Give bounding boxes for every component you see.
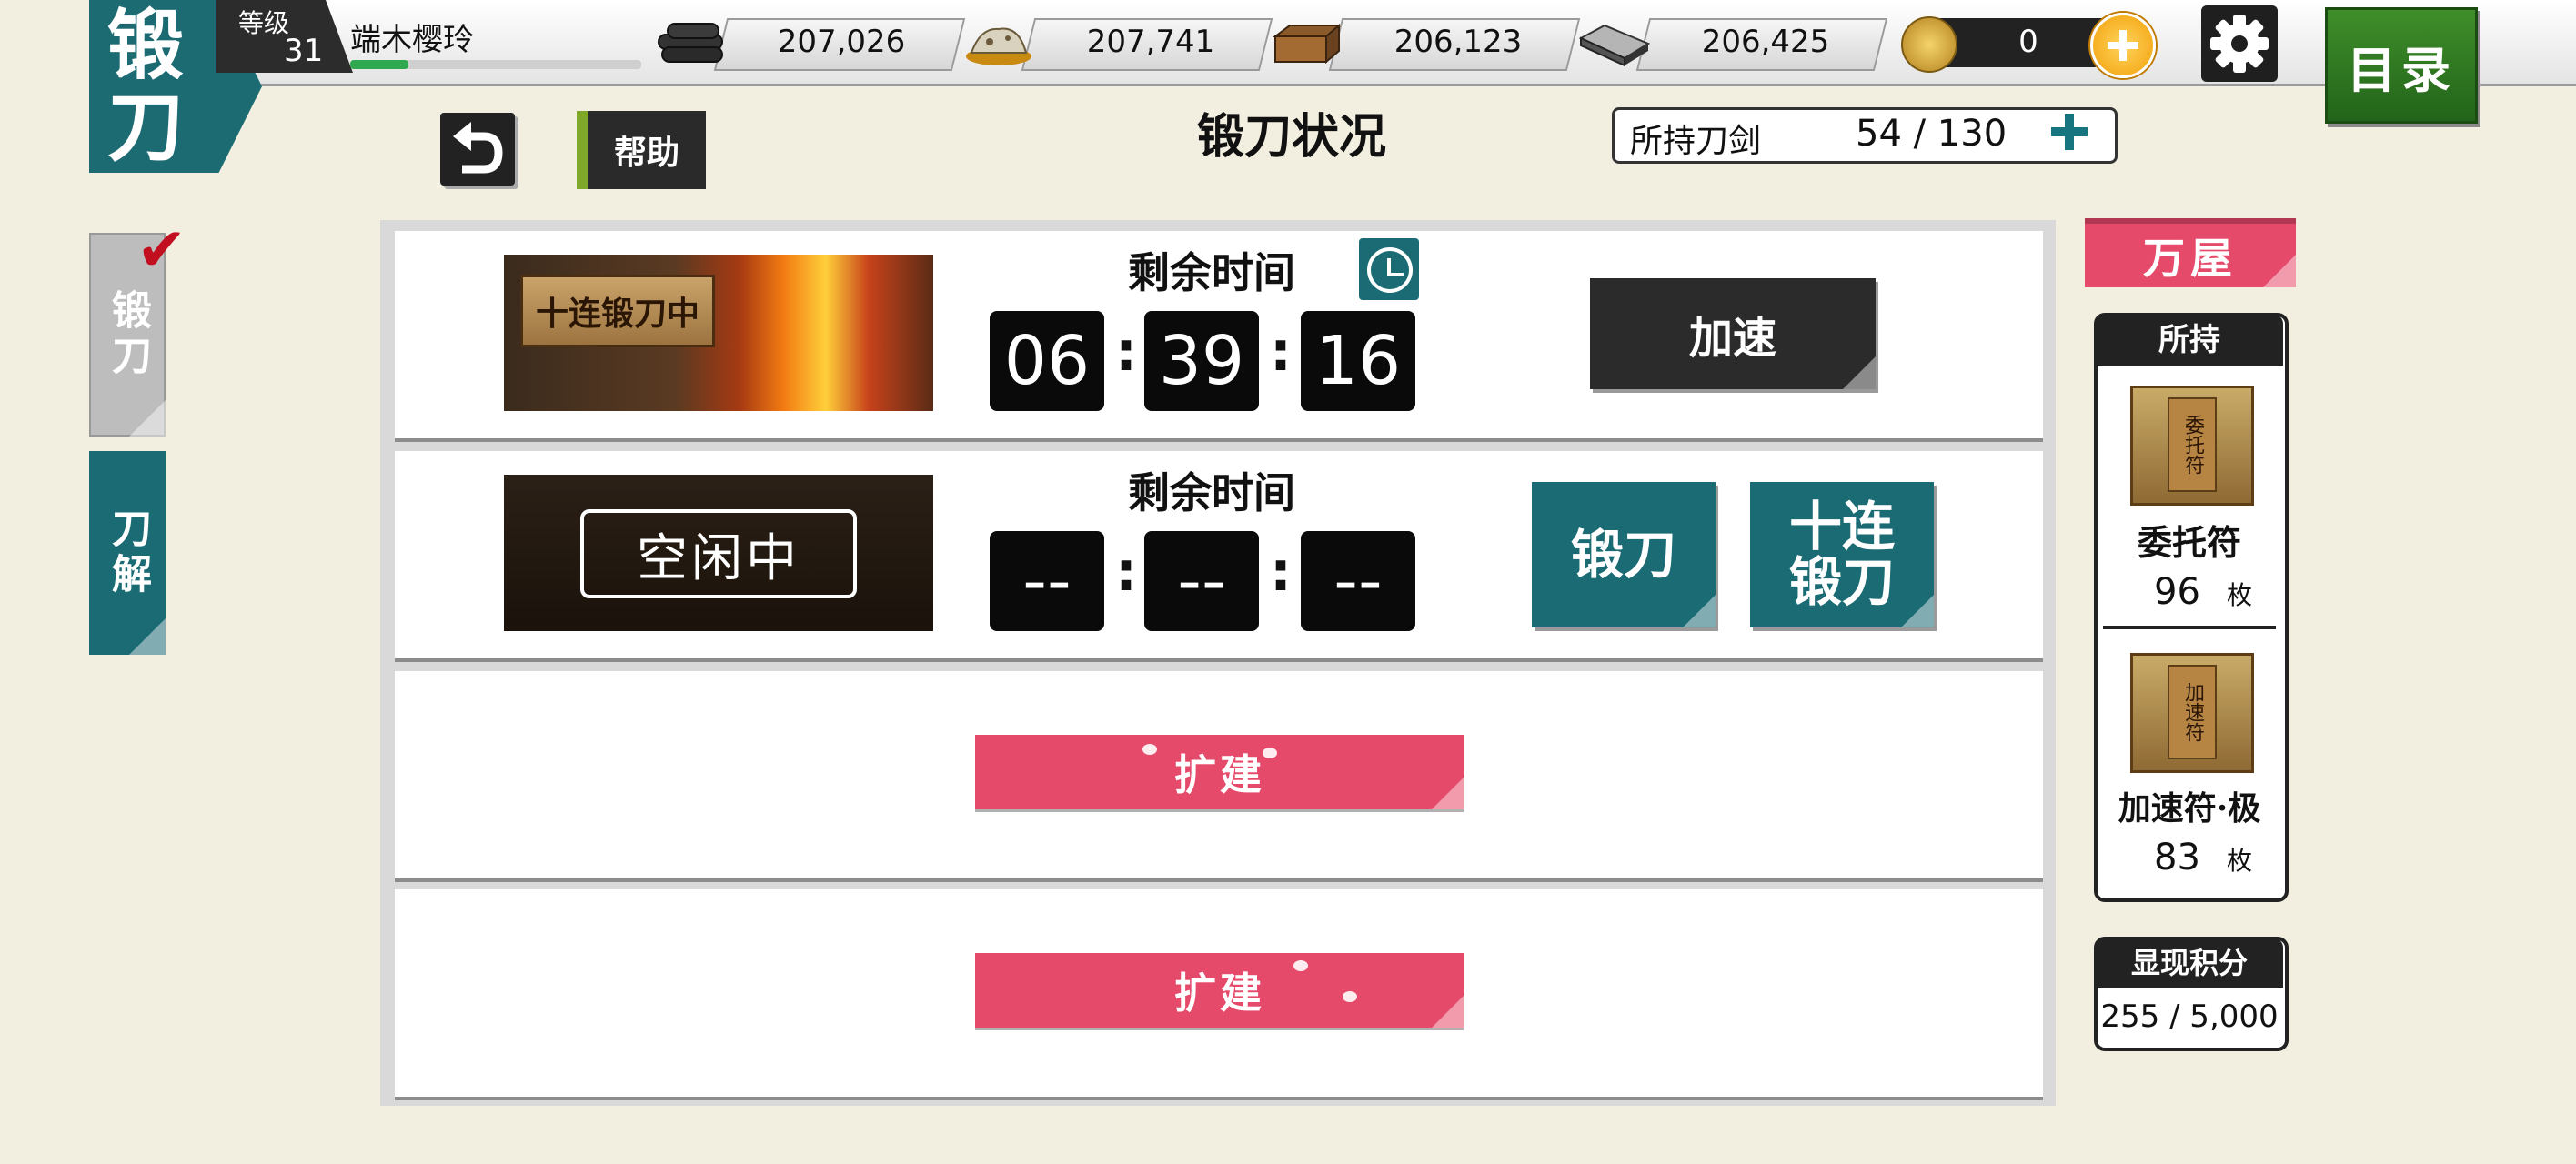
remaining-time-label: 剩余时间 — [1128, 468, 1295, 517]
time-hours: 06 — [990, 311, 1104, 411]
button-corner-decoration — [1901, 595, 1934, 627]
owned-items-header: 所持 — [2096, 315, 2283, 366]
jade-steel-icon — [966, 27, 1031, 65]
time-separator: : — [1115, 540, 1137, 604]
speed-up-button[interactable]: 加速 — [1590, 278, 1876, 389]
ten-forge-button[interactable]: 十连 锻刀 — [1750, 482, 1934, 627]
speed-charm-unit: 枚 — [2227, 846, 2253, 876]
owned-swords-label: 所持刀剑 — [1630, 123, 1762, 160]
shop-button[interactable]: 万屋 — [2085, 218, 2296, 287]
button-corner-decoration — [1683, 595, 1716, 627]
level-value: 31 — [284, 33, 324, 69]
corner-badge-bottom-char: 刀 — [107, 82, 185, 172]
resource-charcoal-value: 207,026 — [777, 24, 906, 60]
button-corner-decoration — [1432, 777, 1464, 809]
time-separator: : — [1270, 320, 1292, 384]
xp-bar — [350, 60, 641, 69]
button-corner-decoration — [1432, 995, 1464, 1028]
coin-icon — [1901, 16, 1957, 73]
request-charm-unit: 枚 — [2227, 580, 2253, 610]
resource-jade-steel-value: 207,741 — [1086, 24, 1215, 60]
speed-up-label: 加速 — [1688, 313, 1776, 364]
help-button[interactable]: 帮助 — [577, 111, 706, 189]
tab-corner-decoration — [129, 400, 166, 436]
checkmark-icon: ✔ — [136, 215, 187, 285]
speed-charm-count: 83 — [2154, 837, 2200, 878]
shop-label: 万屋 — [2143, 234, 2238, 283]
time-separator: : — [1115, 320, 1137, 384]
owned-swords-value: 54 / 130 — [1856, 113, 2007, 155]
speed-charm-tag: 加速符 — [2168, 665, 2217, 759]
tab-dismantle[interactable]: 刀解 — [89, 451, 166, 655]
settings-button[interactable] — [2201, 5, 2278, 82]
remaining-time-label: 剩余时间 — [1128, 248, 1295, 297]
forging-fire-image: 十连锻刀中 — [504, 255, 933, 411]
expand-button-label: 扩建 — [1174, 968, 1265, 1018]
resource-whetstone-value: 206,425 — [1701, 24, 1830, 60]
level-label: 等级 — [238, 8, 290, 38]
time-seconds: -- — [1301, 531, 1415, 631]
button-corner-decoration — [2263, 255, 2296, 287]
back-button[interactable] — [440, 113, 515, 186]
add-coins-button[interactable] — [2090, 13, 2156, 78]
idle-status-label: 空闲中 — [580, 509, 857, 598]
tab-dismantle-label: 刀解 — [105, 507, 151, 598]
time-hours: -- — [990, 531, 1104, 631]
button-corner-decoration — [1843, 356, 1876, 389]
speed-charm-name: 加速符·极 — [2118, 789, 2261, 828]
expand-button[interactable]: 扩建 — [975, 735, 1464, 809]
tab-forge-label: 锻刀 — [105, 289, 151, 380]
request-charm-name: 委托符 — [2137, 522, 2241, 563]
request-charm-tag: 委托符 — [2168, 397, 2217, 492]
time-minutes: 39 — [1144, 311, 1259, 411]
expand-sword-capacity-button[interactable] — [2048, 111, 2090, 153]
manifest-score-value: 255 / 5,000 — [2100, 998, 2279, 1035]
time-minutes: -- — [1144, 531, 1259, 631]
coin-value: 0 — [2018, 24, 2038, 60]
player-name: 端木樱玲 — [350, 22, 474, 58]
time-separator: : — [1270, 540, 1292, 604]
cooling-material-icon — [1273, 23, 1342, 65]
petal-decoration — [1293, 960, 1308, 971]
petal-decoration — [1263, 748, 1277, 758]
xp-bar-fill — [350, 60, 408, 69]
charcoal-icon — [658, 23, 723, 63]
speed-charm-icon: 加速符 — [2130, 653, 2254, 773]
expand-button[interactable]: 扩建 — [975, 953, 1464, 1028]
items-divider — [2103, 626, 2276, 629]
gear-icon — [2210, 15, 2269, 73]
forge-button[interactable]: 锻刀 — [1532, 482, 1716, 627]
resource-cooling-value: 206,123 — [1394, 24, 1523, 60]
whetstone-icon — [1578, 24, 1650, 67]
return-arrow-icon — [453, 122, 503, 174]
tab-corner-decoration — [129, 618, 166, 655]
petal-decoration — [1142, 744, 1157, 755]
page-title: 锻刀状况 — [1196, 109, 1386, 165]
ten-forge-label-line1: 十连 — [1788, 496, 1895, 558]
forge-button-label: 锻刀 — [1570, 523, 1676, 586]
request-charm-count-row: 96 枚 — [2154, 571, 2252, 613]
clock-icon[interactable] — [1359, 238, 1419, 300]
request-charm-count: 96 — [2154, 571, 2200, 613]
ten-forge-label-line2: 锻刀 — [1788, 551, 1895, 613]
time-seconds: 16 — [1301, 311, 1415, 411]
petal-decoration — [1343, 991, 1357, 1002]
manifest-score-label: 显现积分 — [2096, 938, 2283, 988]
menu-button[interactable]: 目录 — [2325, 7, 2478, 124]
expand-button-label: 扩建 — [1174, 750, 1265, 799]
request-charm-icon: 委托符 — [2130, 386, 2254, 506]
idle-furnace-image: 空闲中 — [504, 475, 933, 631]
corner-badge-top-char: 锻 — [107, 0, 185, 90]
speed-charm-count-row: 83 枚 — [2154, 837, 2252, 878]
forging-sign: 十连锻刀中 — [520, 275, 715, 347]
